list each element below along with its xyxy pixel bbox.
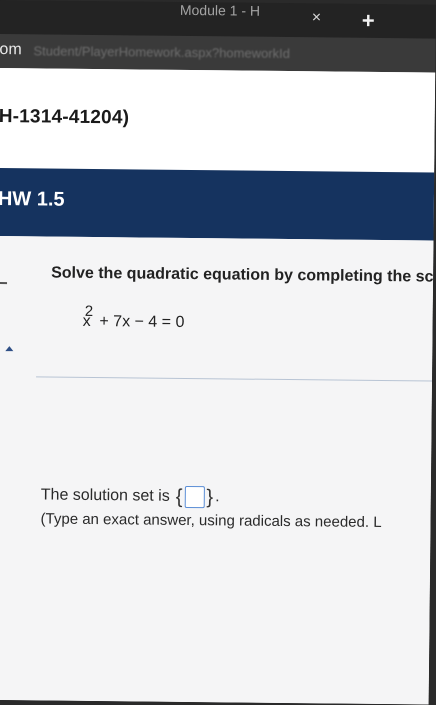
divider [36,376,432,381]
period: . [215,488,220,506]
equation: x2 + 7x − 4 = 0 [83,313,185,332]
collapse-arrow-icon[interactable] [5,346,13,351]
page: H-1314-41204) HW 1.5 Solve the quadratic… [0,68,435,705]
browser-tab-strip: Module 1 - H × + [0,0,436,39]
url-path: Student/PlayerHomework.aspx?homeworkId [33,43,290,61]
screenshot-frame: Module 1 - H × + om Student/PlayerHomewo… [0,0,436,705]
homework-title: HW 1.5 [0,188,65,212]
set-brace-open: { [176,489,183,505]
new-tab-button[interactable]: + [362,8,375,34]
course-header: H-1314-41204) [0,68,435,173]
homework-banner: HW 1.5 [0,168,434,241]
equation-rest: + 7x − 4 = 0 [99,313,184,331]
address-bar[interactable]: om Student/PlayerHomework.aspx?homeworkI… [0,34,436,73]
set-brace-close: } [206,489,213,505]
question-prompt: Solve the quadratic equation by completi… [51,265,433,287]
course-id: H-1314-41204) [0,106,129,129]
left-gutter [0,236,26,700]
minimize-dash-icon[interactable] [0,282,7,284]
tab-title[interactable]: Module 1 - H [180,2,260,19]
question-panel: Solve the quadratic equation by completi… [0,236,434,705]
tab-close-icon[interactable]: × [312,9,322,27]
answer-input[interactable] [184,486,204,508]
solution-line: The solution set is { } . [41,484,220,508]
equation-exponent: 2 [85,303,94,320]
answer-instruction: (Type an exact answer, using radicals as… [40,510,381,531]
url-scheme: om [0,41,22,59]
solution-label: The solution set is [41,486,170,505]
